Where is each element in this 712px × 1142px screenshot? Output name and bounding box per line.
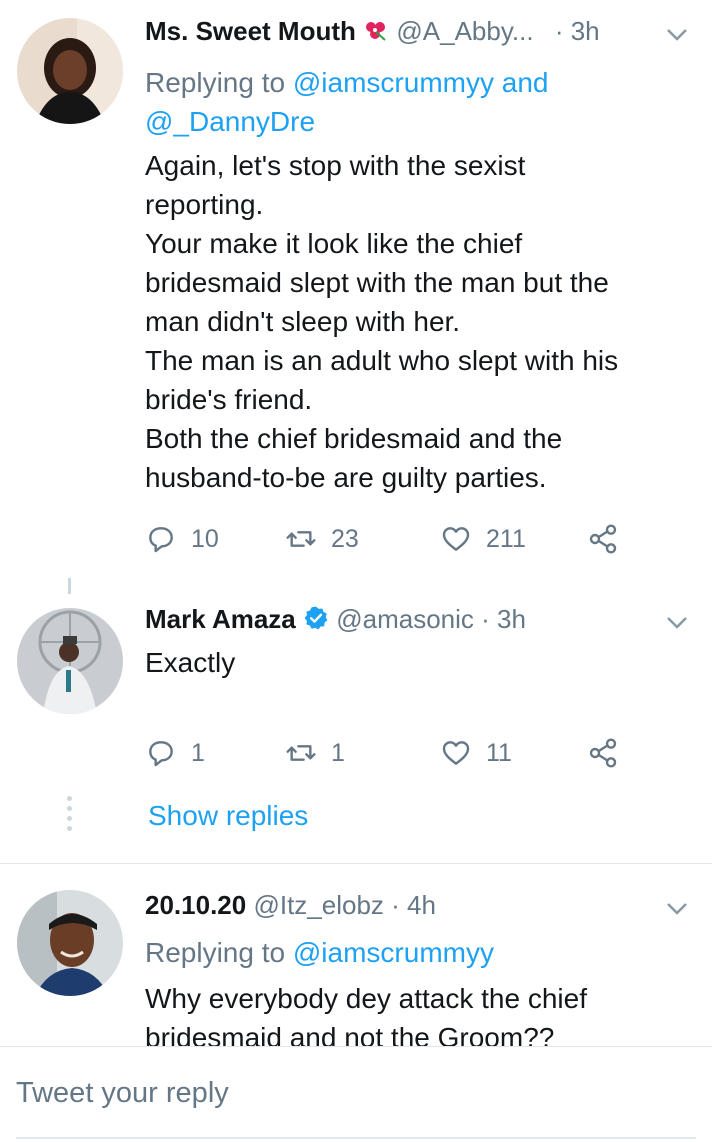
retweet-count: 1: [331, 738, 345, 767]
input-underline: [16, 1137, 696, 1139]
author-handle[interactable]: @Itz_elobz: [253, 890, 383, 920]
show-replies-link[interactable]: Show replies: [148, 800, 308, 832]
heart-icon: [442, 741, 470, 765]
avatar[interactable]: [17, 18, 123, 124]
flower-emoji-icon: [363, 18, 389, 41]
replying-to: Replying to @iamscrummyy: [145, 937, 494, 968]
like-count: 11: [486, 738, 512, 767]
verified-badge-icon: [303, 605, 329, 631]
reply-count: 1: [191, 738, 205, 767]
chevron-down-icon[interactable]: [666, 616, 688, 630]
reply-icon: [149, 527, 173, 553]
chevron-down-icon[interactable]: [666, 902, 688, 916]
timestamp[interactable]: · 4h: [391, 890, 436, 920]
reply-button[interactable]: 1: [145, 736, 205, 770]
tweet-1[interactable]: Ms. Sweet Mouth @A_Abby... · 3h Replying…: [0, 0, 712, 580]
reply-button[interactable]: 10: [145, 522, 219, 556]
replying-to: Replying to @iamscrummyy and @_DannyDre: [145, 67, 549, 137]
tweet-text: Again, let's stop with the sexist report…: [145, 150, 619, 493]
thread-connector: [68, 578, 71, 594]
display-name: 20.10.20: [145, 890, 247, 920]
timestamp[interactable]: · 3h: [481, 604, 526, 634]
display-name: Mark Amaza: [145, 604, 296, 634]
share-button[interactable]: [587, 736, 619, 770]
like-count: 211: [486, 524, 526, 553]
avatar[interactable]: [17, 608, 123, 714]
tweet-3[interactable]: 20.10.20 @Itz_elobz · 4h Replying to @ia…: [0, 864, 712, 1053]
retweet-icon: [286, 745, 316, 761]
reply-composer: Tweet your reply: [0, 1046, 712, 1142]
retweet-icon: [286, 531, 316, 547]
tweet-actions: 1 1 11: [145, 736, 645, 770]
author-name[interactable]: Ms. Sweet Mouth @A_Abby... · 3h: [145, 16, 600, 47]
retweet-button[interactable]: 1: [285, 736, 345, 770]
retweet-count: 23: [331, 524, 359, 553]
tweet-2[interactable]: Mark Amaza @amasonic · 3h Exactly 1 1 11: [0, 596, 712, 796]
tweet-actions: 10 23 211: [145, 522, 645, 556]
avatar[interactable]: [17, 890, 123, 996]
share-icon: [589, 524, 617, 554]
author-handle[interactable]: @A_Abby...: [396, 16, 533, 46]
author-handle[interactable]: @amasonic: [336, 604, 474, 634]
display-name: Ms. Sweet Mouth: [145, 16, 356, 46]
tweet-reply-input[interactable]: Tweet your reply: [16, 1077, 229, 1110]
tweet-text: Exactly: [145, 647, 236, 678]
reply-count: 10: [191, 524, 219, 553]
like-button[interactable]: 211: [440, 522, 526, 556]
author-name[interactable]: 20.10.20 @Itz_elobz · 4h: [145, 890, 436, 921]
like-button[interactable]: 11: [440, 736, 512, 770]
heart-icon: [442, 527, 470, 551]
chevron-down-icon[interactable]: [666, 28, 688, 42]
timestamp[interactable]: · 3h: [555, 16, 600, 46]
more-replies-dots-icon: [67, 796, 72, 836]
share-button[interactable]: [587, 522, 619, 556]
author-name[interactable]: Mark Amaza @amasonic · 3h: [145, 604, 526, 635]
reply-mention-link[interactable]: @iamscrummyy: [293, 937, 494, 968]
share-icon: [589, 738, 617, 768]
retweet-button[interactable]: 23: [285, 522, 359, 556]
reply-icon: [149, 741, 173, 767]
